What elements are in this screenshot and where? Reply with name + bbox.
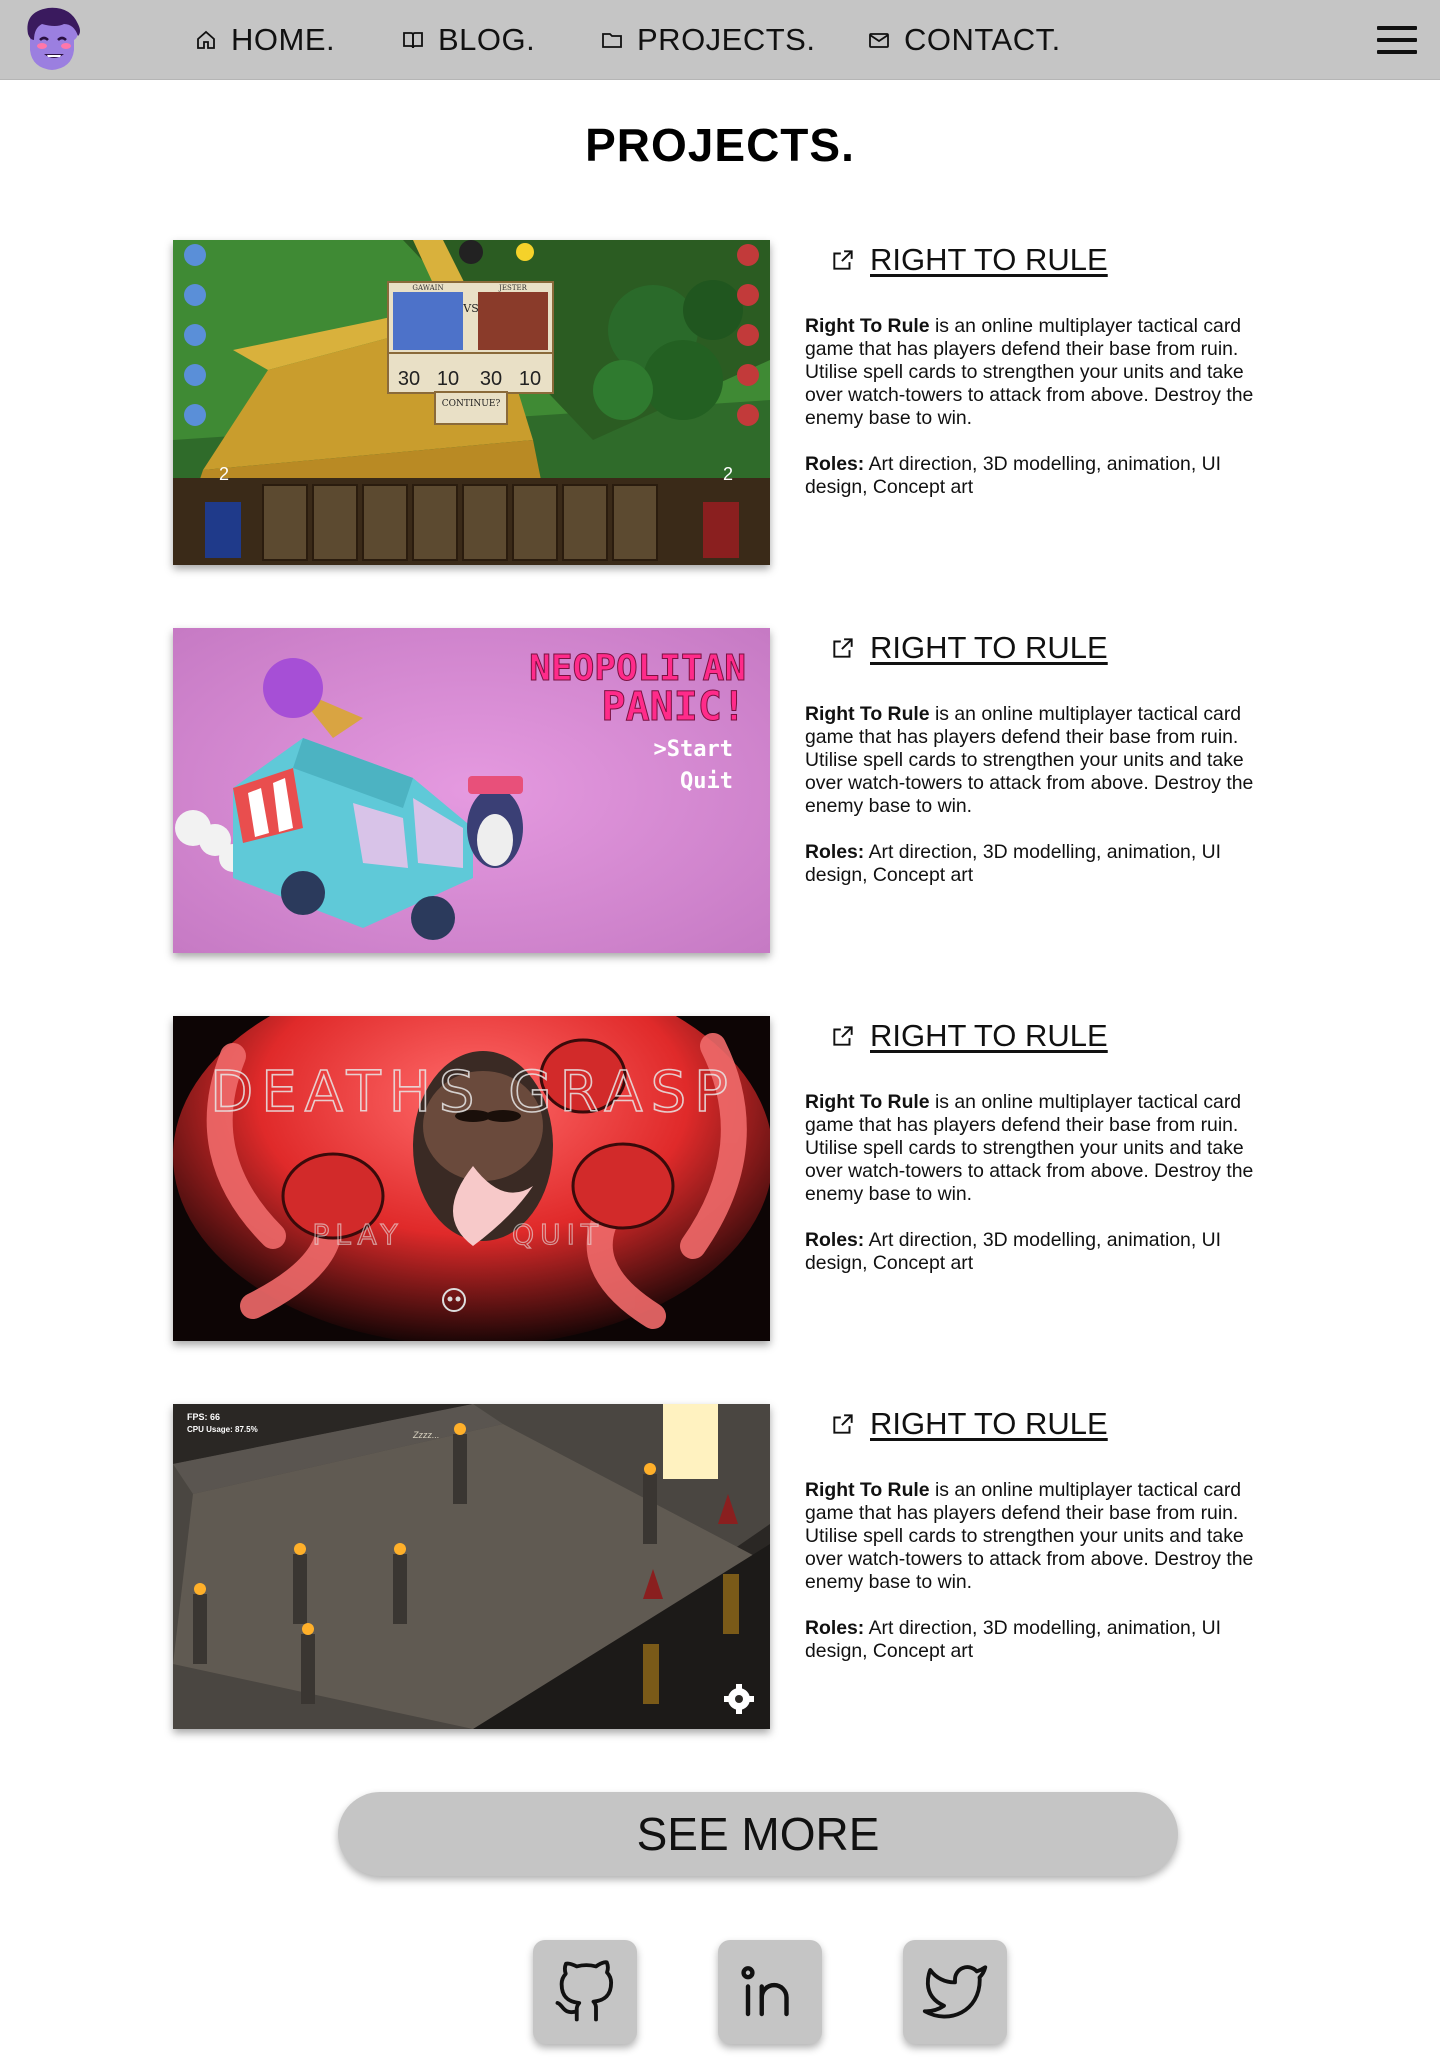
page-title: PROJECTS. bbox=[585, 119, 855, 171]
deaths-grasp-screenshot[interactable]: DEATHS GRASP PLAY QUIT bbox=[173, 1016, 770, 1341]
project-link[interactable]: RIGHT TO RULE bbox=[830, 242, 1108, 278]
hamburger-menu-icon[interactable] bbox=[1377, 26, 1417, 54]
vs-label: VS bbox=[462, 302, 478, 315]
project-name: Right To Rule bbox=[805, 1091, 930, 1113]
roles-label: Roles: bbox=[805, 453, 865, 475]
roles-text: Art direction, 3D modelling, animation, … bbox=[805, 453, 1222, 498]
project-description: Right To Rule is an online multiplayer t… bbox=[805, 1091, 1275, 1206]
quit-option: Quit bbox=[680, 769, 733, 794]
project-link[interactable]: RIGHT TO RULE bbox=[830, 1018, 1108, 1054]
roles-label: Roles: bbox=[805, 1229, 865, 1251]
nav-contact[interactable]: CONTACT. bbox=[866, 0, 1061, 80]
avatar-logo[interactable] bbox=[20, 6, 84, 74]
start-option: >Start bbox=[654, 737, 733, 762]
level-left: 2 bbox=[219, 464, 229, 484]
quit-option: QUIT bbox=[512, 1218, 604, 1251]
external-link-icon bbox=[830, 247, 856, 273]
project-link-label: RIGHT TO RULE bbox=[870, 242, 1108, 277]
roles-label: Roles: bbox=[805, 1617, 865, 1639]
external-link-icon bbox=[830, 635, 856, 661]
play-option: PLAY bbox=[312, 1218, 403, 1251]
fps-readout: FPS: 66 bbox=[187, 1412, 220, 1422]
nav-projects[interactable]: PROJECTS. bbox=[599, 0, 815, 80]
project-description: Right To Rule is an online multiplayer t… bbox=[805, 1479, 1275, 1594]
zzz-label: Zzzz... bbox=[412, 1430, 440, 1440]
nav-blog[interactable]: BLOG. bbox=[400, 0, 535, 80]
project-roles: Roles: Art direction, 3D modelling, anim… bbox=[805, 1229, 1275, 1275]
mail-icon bbox=[866, 27, 892, 53]
project-name: Right To Rule bbox=[805, 1479, 930, 1501]
github-button[interactable] bbox=[533, 1940, 637, 2044]
home-icon bbox=[193, 27, 219, 53]
linkedin-button[interactable] bbox=[718, 1940, 822, 2044]
card-value-3: 30 bbox=[480, 368, 502, 390]
game-title: DEATHS GRASP bbox=[210, 1060, 736, 1125]
project-card: FPS: 66 CPU Usage: 87.5% Zzzz... RIGHT T… bbox=[0, 1404, 1440, 1734]
roles-label: Roles: bbox=[805, 841, 865, 863]
project-card: DEATHS GRASP PLAY QUIT RIGHT TO RULE Rig… bbox=[0, 1016, 1440, 1346]
project-card: NEOPOLITAN PANIC! >Start Quit RIGHT TO R… bbox=[0, 628, 1440, 958]
project-roles: Roles: Art direction, 3D modelling, anim… bbox=[805, 841, 1275, 887]
left-name: GAWAIN bbox=[412, 284, 443, 292]
project-link[interactable]: RIGHT TO RULE bbox=[830, 630, 1108, 666]
twitter-button[interactable] bbox=[903, 1940, 1007, 2044]
project-link-label: RIGHT TO RULE bbox=[870, 1018, 1108, 1053]
cpu-readout: CPU Usage: 87.5% bbox=[187, 1425, 258, 1434]
project-roles: Roles: Art direction, 3D modelling, anim… bbox=[805, 453, 1275, 499]
book-icon bbox=[400, 27, 426, 53]
roles-text: Art direction, 3D modelling, animation, … bbox=[805, 1617, 1222, 1662]
nav-home-label: HOME. bbox=[231, 22, 336, 57]
roles-text: Art direction, 3D modelling, animation, … bbox=[805, 1229, 1222, 1274]
github-icon bbox=[555, 1960, 614, 2022]
game-title-line1: NEOPOLITAN bbox=[529, 648, 746, 689]
roles-text: Art direction, 3D modelling, animation, … bbox=[805, 841, 1222, 886]
level-right: 2 bbox=[723, 464, 733, 484]
card-value-1: 30 bbox=[398, 368, 420, 390]
linkedin-icon bbox=[741, 1966, 789, 2017]
twitter-icon bbox=[922, 1965, 988, 2019]
navbar: HOME. BLOG. PROJECTS. CONTACT. bbox=[0, 0, 1440, 80]
card-value-2: 10 bbox=[437, 368, 459, 390]
project-link-label: RIGHT TO RULE bbox=[870, 630, 1108, 665]
continue-label: CONTINUE? bbox=[442, 399, 501, 409]
right-name: JESTER bbox=[498, 284, 527, 292]
project-name: Right To Rule bbox=[805, 703, 930, 725]
project-card: VS GAWAIN JESTER 30 10 30 10 CONTINUE? 2… bbox=[0, 240, 1440, 570]
game-title-line2: PANIC! bbox=[602, 684, 747, 730]
nav-home[interactable]: HOME. bbox=[193, 0, 335, 80]
dungeon-screenshot[interactable]: FPS: 66 CPU Usage: 87.5% Zzzz... bbox=[173, 1404, 770, 1729]
project-link-label: RIGHT TO RULE bbox=[870, 1406, 1108, 1441]
see-more-button[interactable]: SEE MORE bbox=[338, 1792, 1178, 1876]
nav-blog-label: BLOG. bbox=[438, 22, 536, 57]
project-description: Right To Rule is an online multiplayer t… bbox=[805, 703, 1275, 818]
neopolitan-panic-screenshot[interactable]: NEOPOLITAN PANIC! >Start Quit bbox=[173, 628, 770, 953]
project-description: Right To Rule is an online multiplayer t… bbox=[805, 315, 1275, 430]
right-to-rule-screenshot[interactable]: VS GAWAIN JESTER 30 10 30 10 CONTINUE? 2… bbox=[173, 240, 770, 565]
nav-projects-label: PROJECTS. bbox=[637, 22, 816, 57]
project-name: Right To Rule bbox=[805, 315, 930, 337]
card-value-4: 10 bbox=[519, 368, 541, 390]
folder-icon bbox=[599, 27, 625, 53]
external-link-icon bbox=[830, 1023, 856, 1049]
project-link[interactable]: RIGHT TO RULE bbox=[830, 1406, 1108, 1442]
external-link-icon bbox=[830, 1411, 856, 1437]
project-roles: Roles: Art direction, 3D modelling, anim… bbox=[805, 1617, 1275, 1663]
nav-contact-label: CONTACT. bbox=[904, 22, 1061, 57]
